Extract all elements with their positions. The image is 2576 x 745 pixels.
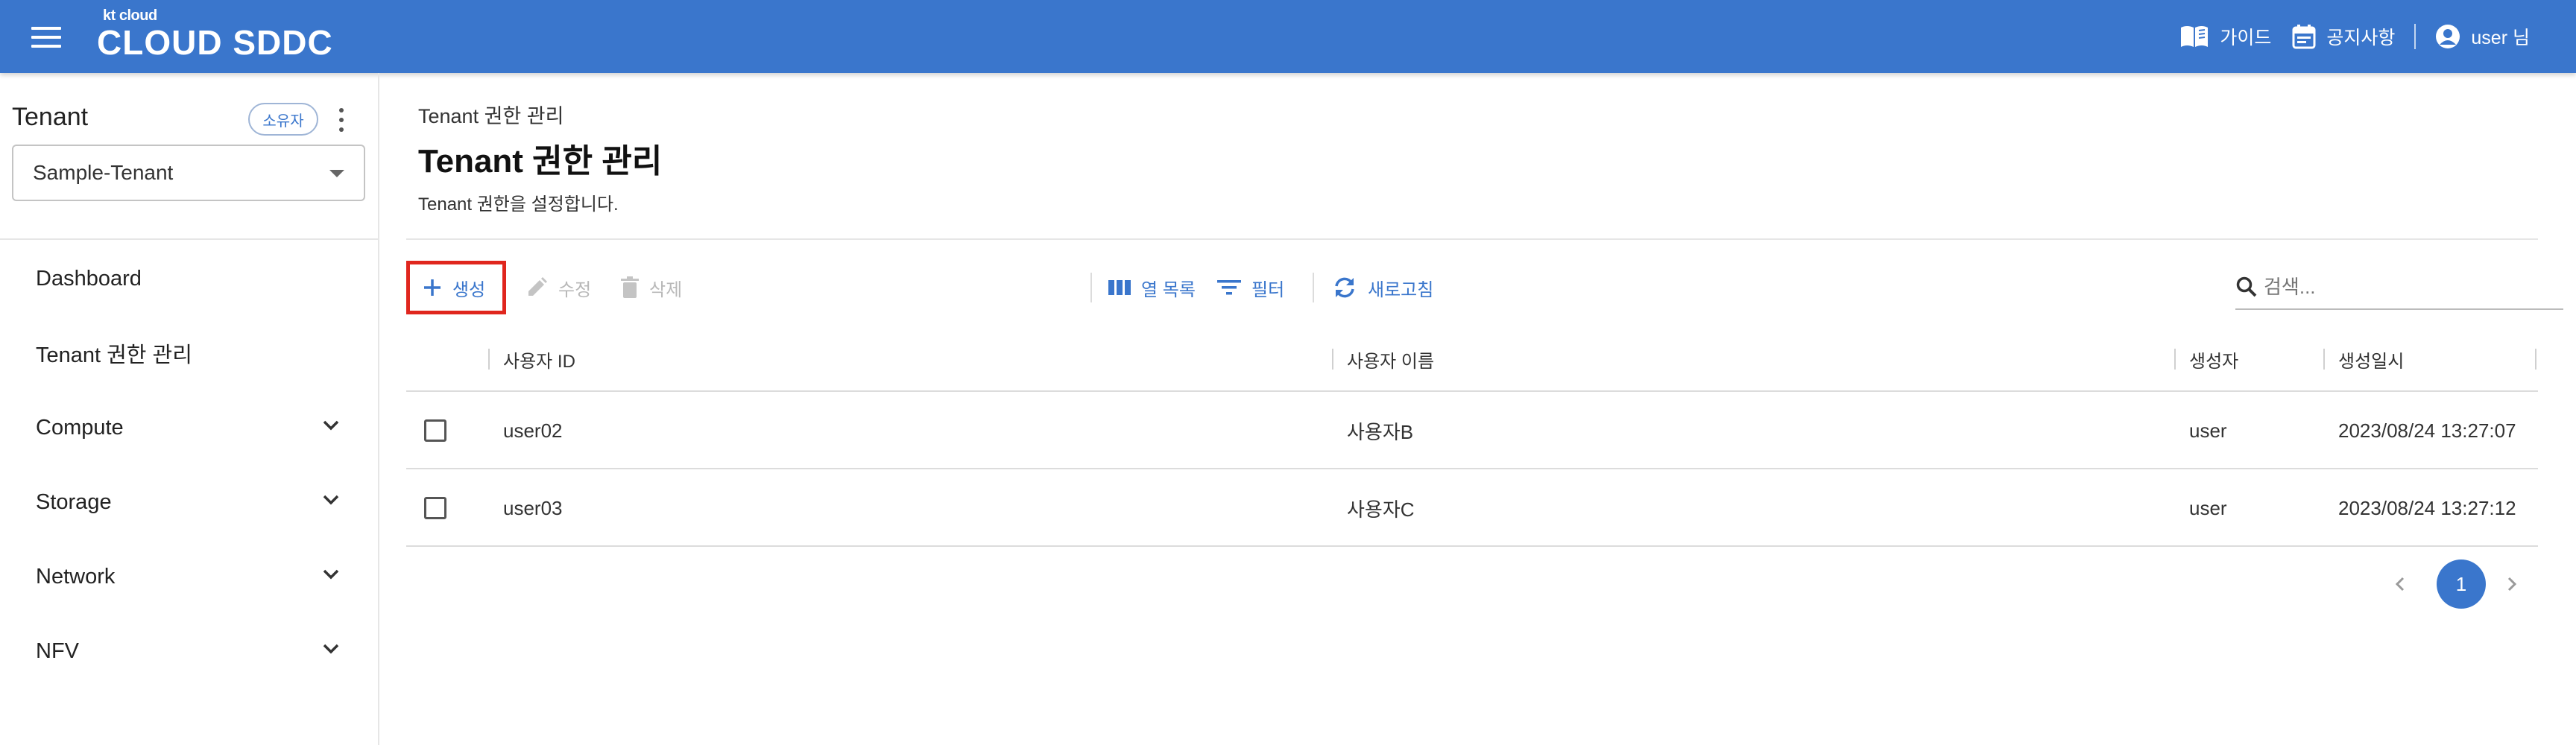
column-header-user-id[interactable]: 사용자 ID [503,326,575,392]
calendar-icon [2292,25,2316,49]
column-divider [2535,349,2536,370]
pagination: 1 [2389,559,2538,609]
column-header-creator[interactable]: 생성자 [2189,326,2238,392]
column-divider [1332,349,1333,370]
cell-user-id: user02 [503,419,563,442]
chevron-down-icon [323,420,339,431]
filter-button[interactable]: 필터 [1217,256,1284,319]
refresh-label: 새로고침 [1368,279,1434,300]
toolbar-divider [1313,273,1314,302]
main-content: Tenant 권한 관리 Tenant 권한 관리 Tenant 권한을 설정합… [381,73,2576,745]
cell-creator: user [2189,419,2227,442]
create-label: 생성 [452,279,486,300]
page-button-current[interactable]: 1 [2437,559,2486,609]
sidebar-item-label: Tenant 권한 관리 [36,343,192,367]
more-vert-icon[interactable] [334,107,349,133]
logo[interactable]: CLOUD SDDC [97,22,333,63]
column-divider [2174,349,2176,370]
column-header-created-at[interactable]: 생성일시 [2338,326,2404,392]
column-divider [488,349,490,370]
cell-creator: user [2189,496,2227,519]
refresh-icon [1335,277,1354,298]
row-checkbox[interactable] [424,419,446,442]
trash-icon [621,276,639,298]
sidebar: Tenant 소유자 Sample-Tenant Dashboard Tenan… [0,73,379,745]
column-header-user-name[interactable]: 사용자 이름 [1347,326,1434,392]
cell-created-at: 2023/08/24 13:27:07 [2338,419,2516,442]
title-divider [406,238,2538,240]
header-actions: 가이드 공지사항 user 님 [2179,19,2530,54]
filter-label: 필터 [1251,279,1285,300]
sidebar-item-tenant-permissions[interactable]: Tenant 권한 관리 [0,323,378,383]
header-divider [2414,24,2416,49]
sidebar-title: Tenant [12,103,89,131]
sidebar-item-dashboard[interactable]: Dashboard [0,249,378,308]
toolbar: 생성 수정 삭제 열 목록 필터 새로고침 [406,256,2563,319]
row-checkbox[interactable] [424,497,446,519]
sidebar-item-label: Network [36,564,116,589]
toolbar-divider [1090,273,1092,302]
sidebar-divider [0,238,378,240]
sidebar-item-label: Storage [36,489,112,514]
columns-label: 열 목록 [1141,279,1196,300]
cell-user-id: user03 [503,496,563,519]
book-icon [2181,26,2209,47]
search-input[interactable] [2264,275,2532,299]
owner-badge: 소유자 [248,103,318,136]
cell-user-name: 사용자B [1347,420,1414,443]
sidebar-item-network[interactable]: Network [0,547,378,606]
menu-icon[interactable] [31,27,61,48]
filter-icon [1217,280,1241,295]
breadcrumb: Tenant 권한 관리 [418,105,564,127]
sidebar-item-label: Dashboard [36,266,142,291]
sidebar-item-storage[interactable]: Storage [0,472,378,532]
search-icon [2236,276,2257,297]
cell-user-name: 사용자C [1347,498,1415,521]
delete-button[interactable]: 삭제 [621,256,682,319]
chevron-right-icon[interactable] [2501,573,2523,595]
sidebar-item-compute[interactable]: Compute [0,398,378,457]
user-menu[interactable]: user 님 [2435,23,2530,50]
create-button[interactable]: 생성 [423,256,485,319]
edit-label: 수정 [558,279,592,300]
notice-label: 공지사항 [2326,28,2396,48]
guide-label: 가이드 [2220,28,2272,48]
top-header: kt cloud CLOUD SDDC 가이드 공지사항 user 님 [0,0,2576,73]
user-label: user 님 [2471,28,2530,48]
search-box [2235,265,2563,310]
delete-label: 삭제 [649,279,683,300]
account-icon [2436,25,2460,48]
sidebar-item-label: NFV [36,638,79,663]
tenant-select[interactable]: Sample-Tenant [12,145,365,201]
edit-button[interactable]: 수정 [525,256,591,319]
page-title: Tenant 권한 관리 [418,143,663,180]
notice-link[interactable]: 공지사항 [2292,23,2395,50]
table-row[interactable]: user02 사용자B user 2023/08/24 13:27:07 [406,392,2538,469]
refresh-button[interactable]: 새로고침 [1332,256,1433,319]
guide-link[interactable]: 가이드 [2179,23,2271,50]
pencil-icon [528,277,547,296]
table-row[interactable]: user03 사용자C user 2023/08/24 13:27:12 [406,469,2538,547]
cell-created-at: 2023/08/24 13:27:12 [2338,496,2516,519]
dropdown-arrow-icon [329,170,344,177]
plus-icon [424,279,441,296]
sidebar-item-label: Compute [36,415,124,440]
view-column-icon [1108,280,1131,295]
tenant-select-value: Sample-Tenant [33,161,174,184]
chevron-left-icon[interactable] [2389,573,2411,595]
table-header: 사용자 ID 사용자 이름 생성자 생성일시 [406,326,2538,392]
chevron-down-icon [323,569,339,580]
chevron-down-icon [323,644,339,654]
chevron-down-icon [323,495,339,505]
sidebar-item-nfv[interactable]: NFV [0,621,378,681]
column-divider [2323,349,2325,370]
page-description: Tenant 권한을 설정합니다. [418,194,619,215]
columns-button[interactable]: 열 목록 [1108,256,1196,319]
